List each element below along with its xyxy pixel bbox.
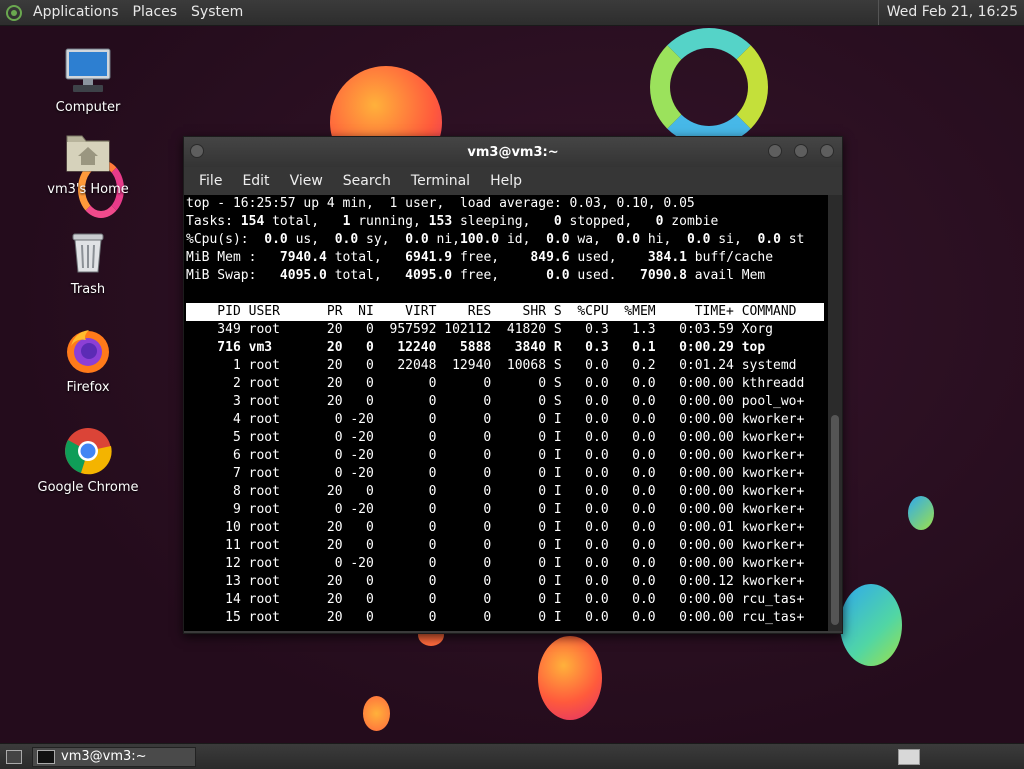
firefox-icon [63, 326, 113, 376]
wallpaper-green-ring [650, 28, 768, 146]
menu-edit[interactable]: Edit [232, 173, 279, 189]
top-tasks-line: Tasks: 154 total, 1 running, 153 sleepin… [186, 214, 719, 229]
system-menu[interactable]: System [184, 0, 250, 25]
wallpaper-small-orange-oval [363, 696, 390, 731]
menu-view[interactable]: View [280, 173, 333, 189]
process-row: 5 root 0 -20 0 0 0 I 0.0 0.0 0:00.00 kwo… [186, 430, 805, 445]
taskbar-terminal-label: vm3@vm3:~ [61, 749, 147, 764]
menu-search[interactable]: Search [333, 173, 401, 189]
process-row: 14 root 20 0 0 0 0 I 0.0 0.0 0:00.00 rcu… [186, 592, 805, 607]
menu-terminal[interactable]: Terminal [401, 173, 480, 189]
top-panel: Applications Places System Wed Feb 21, 1… [0, 0, 1024, 26]
workspace-switcher[interactable] [898, 748, 920, 765]
process-row: 9 root 0 -20 0 0 0 I 0.0 0.0 0:00.00 kwo… [186, 502, 805, 517]
taskbar-terminal-button[interactable]: vm3@vm3:~ [32, 746, 196, 767]
terminal-icon [37, 749, 55, 764]
process-table-header: PID USER PR NI VIRT RES SHR S %CPU %MEM … [186, 303, 829, 321]
terminal-scrollbar[interactable] [828, 195, 842, 631]
top-mem-line: MiB Mem : 7940.4 total, 6941.9 free, 849… [186, 250, 774, 265]
process-row: 12 root 0 -20 0 0 0 I 0.0 0.0 0:00.00 kw… [186, 556, 805, 571]
process-row: 8 root 20 0 0 0 0 I 0.0 0.0 0:00.00 kwor… [186, 484, 805, 499]
desktop-icon-label: vm3's Home [47, 182, 129, 197]
bottom-panel: vm3@vm3:~ [0, 743, 1024, 769]
terminal-titlebar[interactable]: vm3@vm3:~ [184, 137, 842, 167]
close-button[interactable] [820, 144, 834, 158]
computer-icon [63, 46, 113, 96]
process-row: 13 root 20 0 0 0 0 I 0.0 0.0 0:00.12 kwo… [186, 574, 805, 589]
maximize-button[interactable] [794, 144, 808, 158]
scrollbar-thumb[interactable] [831, 415, 839, 625]
desktop-icon-label: Firefox [66, 380, 110, 395]
desktop-icon-computer[interactable]: Computer [28, 46, 148, 115]
process-row: 4 root 0 -20 0 0 0 I 0.0 0.0 0:00.00 kwo… [186, 412, 805, 427]
show-desktop-icon[interactable] [6, 749, 22, 764]
wallpaper-orange-oval [538, 636, 602, 720]
desktop-icon-trash[interactable]: Trash [28, 228, 148, 297]
trash-icon [63, 228, 113, 278]
top-swap-line: MiB Swap: 4095.0 total, 4095.0 free, 0.0… [186, 268, 766, 283]
process-row: 11 root 20 0 0 0 0 I 0.0 0.0 0:00.00 kwo… [186, 538, 805, 553]
process-row: 15 root 20 0 0 0 0 I 0.0 0.0 0:00.00 rcu… [186, 610, 805, 625]
terminal-window[interactable]: vm3@vm3:~ File Edit View Search Terminal… [183, 136, 843, 634]
minimize-button[interactable] [768, 144, 782, 158]
process-row: 10 root 20 0 0 0 0 I 0.0 0.0 0:00.01 kwo… [186, 520, 805, 535]
home-folder-icon [63, 128, 113, 178]
desktop-icon-chrome[interactable]: Google Chrome [28, 426, 148, 495]
distro-logo-icon[interactable] [6, 4, 22, 21]
desktop-icon-label: Trash [70, 282, 106, 297]
places-menu[interactable]: Places [126, 0, 185, 25]
terminal-output[interactable]: top - 16:25:57 up 4 min, 1 user, load av… [184, 195, 829, 631]
desktop-icon-firefox[interactable]: Firefox [28, 326, 148, 395]
process-row: 2 root 20 0 0 0 0 S 0.0 0.0 0:00.00 kthr… [186, 376, 805, 391]
terminal-menubar: File Edit View Search Terminal Help [184, 167, 842, 195]
process-row: 349 root 20 0 957592 102112 41820 S 0.3 … [186, 322, 773, 337]
process-list: 349 root 20 0 957592 102112 41820 S 0.3 … [186, 321, 829, 627]
chrome-icon [63, 426, 113, 476]
wallpaper-small-blue-blob [908, 496, 934, 530]
menu-help[interactable]: Help [480, 173, 532, 189]
process-row: 1 root 20 0 22048 12940 10068 S 0.0 0.2 … [186, 358, 797, 373]
process-row: 3 root 20 0 0 0 0 S 0.0 0.0 0:00.00 pool… [186, 394, 805, 409]
wallpaper-blue-blob [840, 584, 902, 666]
desktop-icon-home[interactable]: vm3's Home [28, 128, 148, 197]
applications-menu[interactable]: Applications [26, 0, 126, 25]
desktop-icon-label: Computer [55, 100, 121, 115]
process-row: 7 root 0 -20 0 0 0 I 0.0 0.0 0:00.00 kwo… [186, 466, 805, 481]
top-uptime-line: top - 16:25:57 up 4 min, 1 user, load av… [186, 196, 695, 211]
terminal-title: vm3@vm3:~ [467, 144, 559, 160]
menu-file[interactable]: File [189, 173, 232, 189]
process-row: 716 vm3 20 0 12240 5888 3840 R 0.3 0.1 0… [186, 340, 766, 355]
window-menu-button[interactable] [190, 144, 204, 158]
process-row: 6 root 0 -20 0 0 0 I 0.0 0.0 0:00.00 kwo… [186, 448, 805, 463]
desktop-icon-label: Google Chrome [37, 480, 139, 495]
top-cpu-line: %Cpu(s): 0.0 us, 0.0 sy, 0.0 ni,100.0 id… [186, 232, 805, 247]
clock[interactable]: Wed Feb 21, 16:25 [877, 0, 1024, 25]
